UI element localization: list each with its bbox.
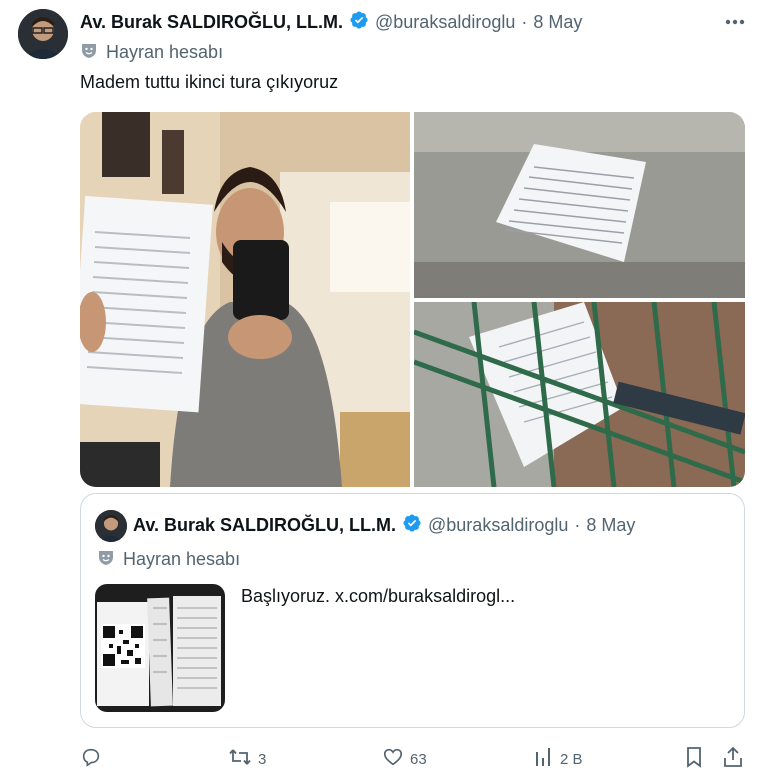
share-button[interactable] bbox=[722, 746, 744, 772]
media-grid[interactable] bbox=[80, 112, 745, 487]
views-count: 2 B bbox=[560, 750, 583, 768]
views-button[interactable]: 2 B bbox=[534, 746, 583, 772]
author-avatar[interactable] bbox=[18, 9, 68, 59]
quoted-tweet[interactable]: Av. Burak SALDIROĞLU, LL.M. @buraksaldir… bbox=[80, 493, 745, 728]
verified-icon bbox=[402, 513, 422, 538]
paper-in-fence-photo[interactable] bbox=[414, 302, 745, 487]
author-name[interactable]: Av. Burak SALDIROĞLU, LL.M. bbox=[80, 12, 343, 33]
quoted-author-avatar[interactable] bbox=[95, 510, 127, 542]
like-button[interactable]: 63 bbox=[382, 746, 427, 772]
quoted-author-handle[interactable]: @buraksaldiroglu bbox=[428, 515, 568, 536]
quoted-media-thumbnail[interactable] bbox=[95, 584, 225, 712]
fan-account-label: Hayran hesabı bbox=[123, 549, 241, 569]
quoted-author-name[interactable]: Av. Burak SALDIROĞLU, LL.M. bbox=[133, 515, 396, 536]
bookmark-icon bbox=[684, 746, 704, 772]
retweet-icon bbox=[228, 746, 252, 772]
verified-icon bbox=[349, 10, 369, 35]
share-icon bbox=[722, 746, 744, 772]
tweet-text: Madem tuttu ikinci tura çıkıyoruz bbox=[80, 72, 339, 92]
fan-badge-icon bbox=[80, 41, 98, 64]
tweet-date[interactable]: 8 May bbox=[533, 12, 582, 33]
fan-badge-icon bbox=[97, 548, 115, 571]
quoted-tweet-text: Başlıyoruz. x.com/buraksaldirogl... bbox=[241, 586, 516, 606]
like-count: 63 bbox=[410, 750, 427, 768]
reply-button[interactable] bbox=[80, 746, 108, 772]
like-icon bbox=[382, 746, 404, 772]
author-handle[interactable]: @buraksaldiroglu bbox=[375, 12, 515, 33]
separator: · bbox=[521, 11, 528, 32]
more-icon[interactable] bbox=[722, 12, 748, 32]
quoted-tweet-date[interactable]: 8 May bbox=[586, 515, 635, 536]
paper-on-concrete-photo[interactable] bbox=[414, 112, 745, 298]
selfie-photo[interactable] bbox=[80, 112, 410, 487]
reply-icon bbox=[80, 746, 102, 772]
bookmark-button[interactable] bbox=[684, 746, 704, 772]
separator: · bbox=[574, 514, 581, 535]
retweet-button[interactable]: 3 bbox=[228, 746, 266, 772]
fan-account-label: Hayran hesabı bbox=[106, 42, 224, 62]
views-icon bbox=[534, 746, 554, 772]
retweet-count: 3 bbox=[258, 750, 267, 768]
